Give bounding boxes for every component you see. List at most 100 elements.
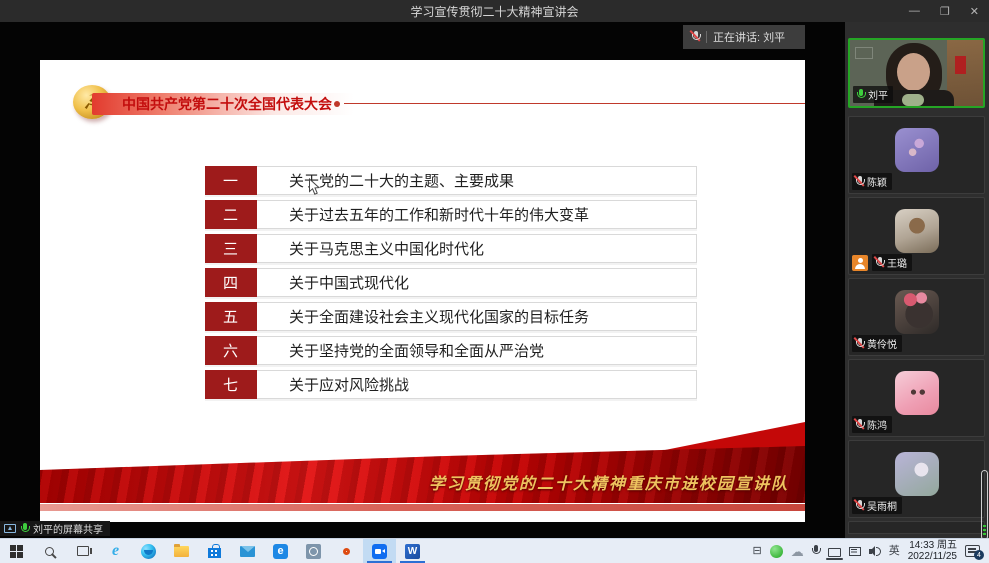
participant-name-tag: 陈颖 [852, 173, 892, 190]
network-icon[interactable] [849, 547, 861, 556]
taskbar-file-explorer[interactable] [165, 539, 198, 563]
participant-tile[interactable]: 陈颖 [848, 116, 985, 194]
participant-tile-partial[interactable] [848, 521, 985, 534]
tray-hidden-icons[interactable]: ⊟ [752, 546, 761, 557]
notification-center-icon[interactable]: 4 [965, 545, 980, 557]
ribbon-sub-strip [40, 504, 805, 511]
participant-name-tag: 陈鸿 [852, 416, 892, 433]
laptop-icon[interactable] [828, 548, 841, 557]
window-title: 学习宣传贯彻二十大精神宣讲会 [410, 3, 578, 20]
participant-name-tag: 黄伶悦 [852, 335, 902, 352]
taskbar-search[interactable] [33, 539, 66, 563]
participant-name: 黄伶悦 [867, 336, 897, 351]
agenda-text: 关于应对风险挑战 [257, 371, 696, 398]
ribbon-text: 学习贯彻党的二十大精神重庆市进校园宣讲队 [429, 470, 789, 494]
participant-name-tag: 刘平 [853, 86, 893, 103]
agenda-number: 三 [205, 234, 257, 263]
agenda-number: 五 [205, 302, 257, 331]
header-line-dot [334, 101, 340, 107]
participant-name: 王璐 [887, 255, 907, 270]
agenda-number: 四 [205, 268, 257, 297]
task-view-icon [77, 546, 89, 556]
muted-mic-icon [855, 338, 864, 350]
windows-taskbar: e e W ⊟ ☁ 英 14:33 周五 2022/11/25 4 [0, 538, 989, 563]
microphone-tray-icon[interactable] [812, 545, 820, 557]
taskbar-tencent-meeting[interactable] [363, 539, 396, 563]
meeting-app-icon [372, 544, 387, 559]
participant-name: 陈鸿 [867, 417, 887, 432]
antivirus-icon[interactable] [770, 545, 783, 558]
participant-tile-active[interactable]: 刘平 [848, 38, 985, 108]
taskbar-mail[interactable] [231, 539, 264, 563]
agenda-row: 三 关于马克思主义中国化时代化 [205, 234, 697, 263]
agenda-list: 一 关于党的二十大的主题、主要成果 二 关于过去五年的工作和新时代十年的伟大变革… [205, 166, 697, 404]
taskbar-e-app[interactable]: e [264, 539, 297, 563]
edge-icon [141, 544, 156, 559]
clock-date: 2022/11/25 [908, 551, 957, 562]
slide-header-banner: 中国共产党第二十次全国代表大会 [92, 93, 354, 115]
agenda-number: 一 [205, 166, 257, 195]
muted-mic-icon [875, 257, 884, 269]
agenda-number: 二 [205, 200, 257, 229]
e-app-icon: e [273, 544, 288, 559]
divider [706, 31, 707, 43]
camera-icon [306, 544, 321, 559]
participant-tile[interactable]: 王璐 [848, 197, 985, 275]
agenda-row: 六 关于坚持党的全面领导和全面从严治党 [205, 336, 697, 365]
taskbar-clock[interactable]: 14:33 周五 2022/11/25 [908, 540, 957, 562]
maximize-button[interactable]: ❐ [940, 5, 950, 18]
screen-share-area: 正在讲话: 刘平 ☭ 中国共产党第二十次全国代表大会 一 关于党的二十大的主题、… [0, 22, 845, 538]
participant-name: 陈颖 [867, 174, 887, 189]
muted-mic-icon [855, 500, 864, 512]
avatar [895, 452, 939, 496]
taskbar-store[interactable] [198, 539, 231, 563]
store-icon [208, 548, 221, 558]
agenda-text: 关于过去五年的工作和新时代十年的伟大变革 [257, 201, 696, 228]
internet-explorer-icon: e [112, 543, 119, 559]
clock-time: 14:33 周五 [908, 540, 957, 551]
taskbar-edge[interactable] [132, 539, 165, 563]
agenda-row: 五 关于全面建设社会主义现代化国家的目标任务 [205, 302, 697, 331]
video-background [855, 47, 873, 59]
agenda-text: 关于党的二十大的主题、主要成果 [257, 167, 696, 194]
mic-on-icon [20, 523, 29, 535]
screen-share-icon [4, 524, 16, 533]
search-icon [45, 547, 54, 556]
agenda-text: 关于马克思主义中国化时代化 [257, 235, 696, 262]
screen-share-banner: 刘平的屏幕共享 [0, 521, 110, 536]
task-view-button[interactable] [66, 539, 99, 563]
word-icon: W [405, 544, 420, 559]
slide-header-title: 中国共产党第二十次全国代表大会 [122, 93, 332, 115]
participant-tile[interactable]: 吴雨桐 [848, 440, 985, 518]
sidebar-scrollbar[interactable] [981, 470, 988, 538]
agenda-row: 二 关于过去五年的工作和新时代十年的伟大变革 [205, 200, 697, 229]
cloud-icon[interactable]: ☁ [791, 545, 804, 558]
taskbar-camera[interactable] [297, 539, 330, 563]
meeting-app-window: 学习宣传贯彻二十大精神宣讲会 — ❐ ✕ 正在讲话: 刘平 ☭ 中国共产党第二十… [0, 0, 989, 563]
window-controls: — ❐ ✕ [909, 0, 979, 22]
avatar [895, 128, 939, 172]
participant-tile[interactable]: 陈鸿 [848, 359, 985, 437]
volume-icon[interactable] [869, 546, 881, 557]
participant-name: 刘平 [868, 87, 888, 102]
avatar [895, 290, 939, 334]
avatar [895, 209, 939, 253]
agenda-row: 七 关于应对风险挑战 [205, 370, 697, 399]
taskbar-office[interactable] [330, 539, 363, 563]
minimize-button[interactable]: — [909, 5, 920, 17]
video-person [902, 94, 924, 106]
taskbar-word[interactable]: W [396, 539, 429, 563]
main-area: 正在讲话: 刘平 ☭ 中国共产党第二十次全国代表大会 一 关于党的二十大的主题、… [0, 22, 989, 538]
participant-tile[interactable]: 黄伶悦 [848, 278, 985, 356]
windows-logo-icon [10, 545, 23, 558]
muted-mic-icon [855, 419, 864, 431]
notification-badge: 4 [974, 550, 984, 560]
system-tray: ⊟ ☁ 英 14:33 周五 2022/11/25 4 [752, 539, 989, 563]
input-language-indicator[interactable]: 英 [889, 546, 900, 557]
start-button[interactable] [0, 539, 33, 563]
close-button[interactable]: ✕ [970, 5, 979, 18]
agenda-number: 七 [205, 370, 257, 399]
mouse-cursor [308, 178, 321, 197]
taskbar-internet-explorer[interactable]: e [99, 539, 132, 563]
title-bar: 学习宣传贯彻二十大精神宣讲会 — ❐ ✕ [0, 0, 989, 22]
